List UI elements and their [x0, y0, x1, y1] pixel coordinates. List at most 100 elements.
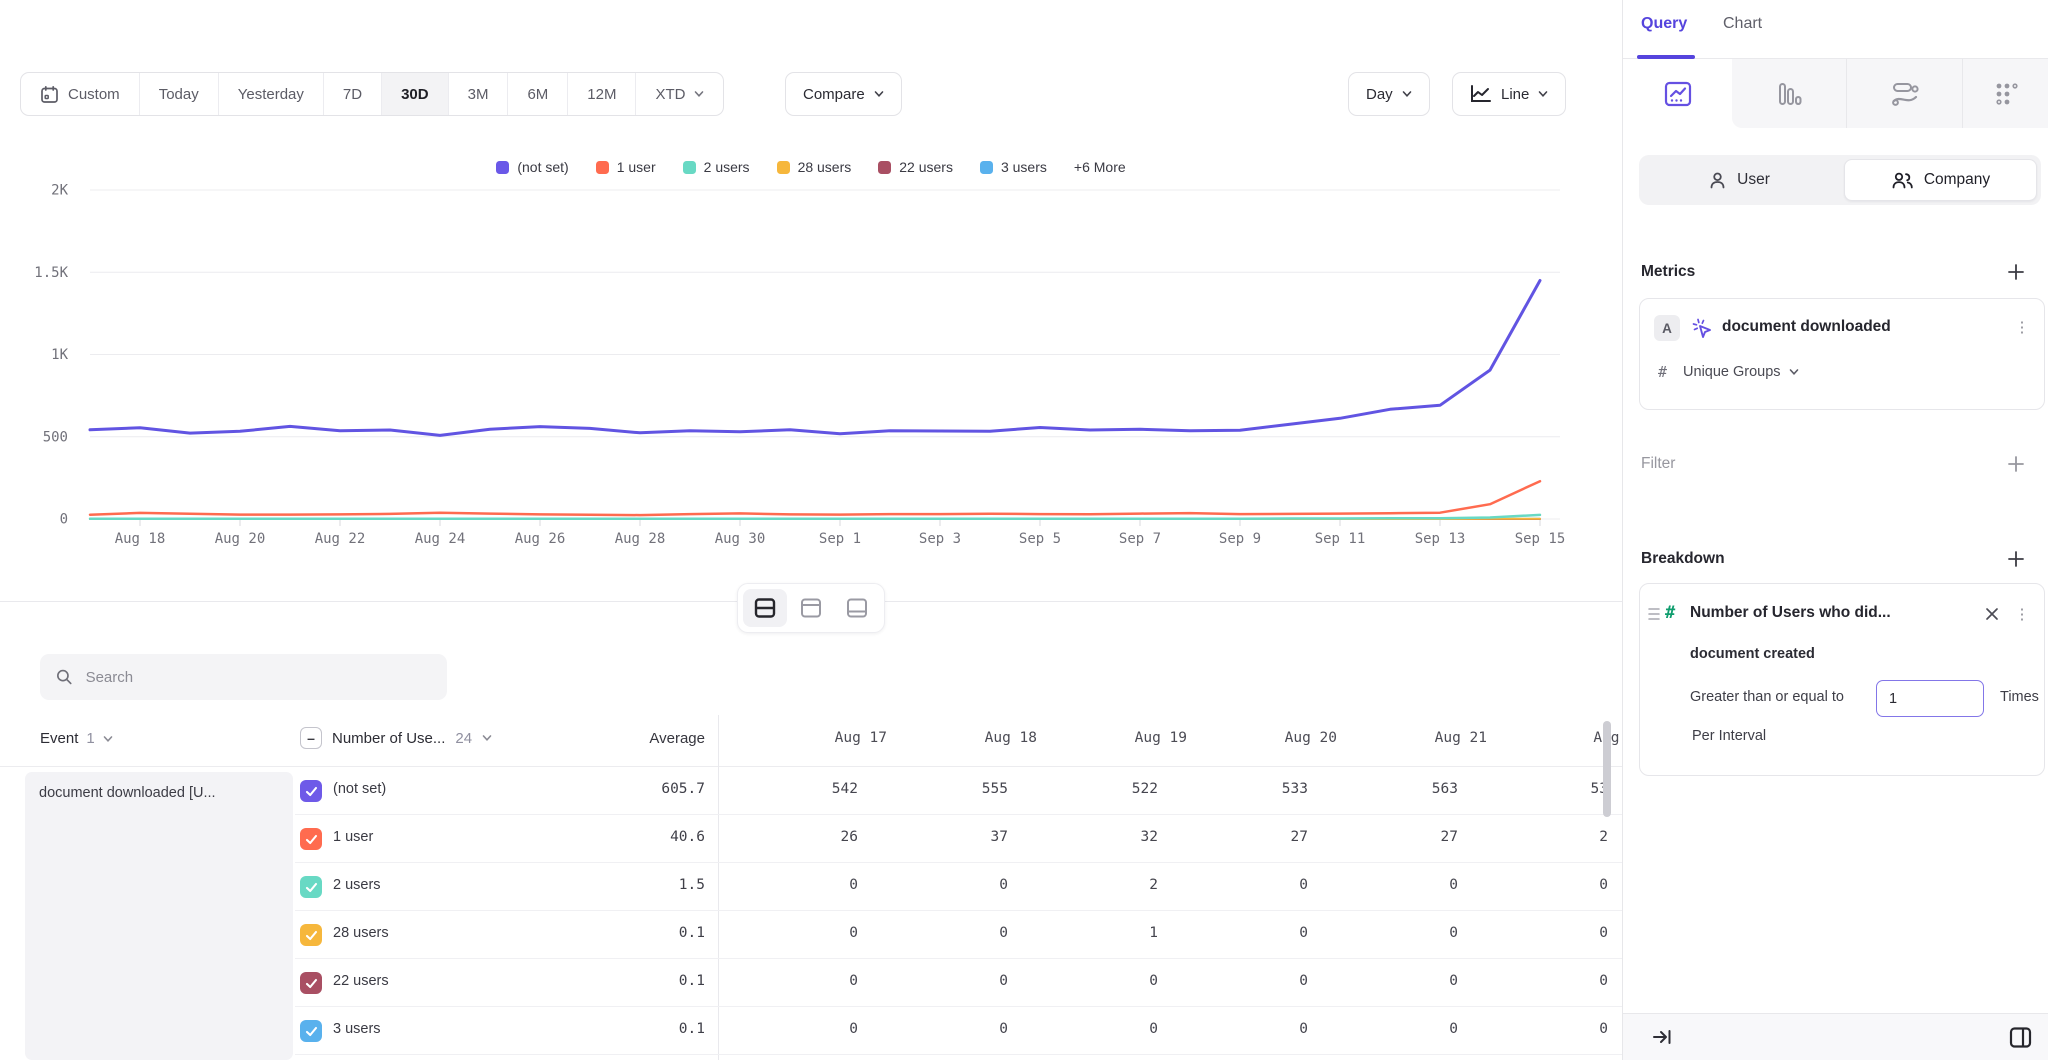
table-search[interactable]: [40, 654, 447, 700]
legend-item[interactable]: (not set): [496, 159, 568, 175]
svg-text:1.5K: 1.5K: [34, 265, 68, 281]
chevron-down-icon: [482, 733, 492, 743]
series-value: 542: [765, 781, 915, 797]
breakdown-card[interactable]: # Number of Users who did... ⋮ document …: [1639, 583, 2045, 776]
layout-chart-only-icon[interactable]: [789, 589, 833, 627]
series-label[interactable]: (not set): [333, 781, 386, 797]
breakdown-event-name[interactable]: document created: [1690, 646, 1815, 662]
breakdown-title[interactable]: Number of Users who did...: [1690, 604, 1891, 622]
collapse-panel-icon[interactable]: [1651, 1026, 1673, 1048]
entity-toggle: User Company: [1639, 155, 2041, 205]
date-column-header: Aug 21: [1365, 730, 1515, 746]
range-label: 30D: [401, 86, 429, 103]
series-average: 0.1: [555, 1021, 705, 1037]
panel-right-icon[interactable]: [2008, 1025, 2033, 1050]
legend-swatch: [683, 161, 696, 174]
event-header-label: Event: [40, 730, 78, 747]
breakdown-kebab-menu-icon[interactable]: ⋮: [2012, 602, 2032, 626]
series-value: 563: [1365, 781, 1515, 797]
legend-item[interactable]: 1 user: [596, 159, 656, 175]
range-button-30d[interactable]: 30D: [382, 73, 449, 115]
svg-text:Sep 5: Sep 5: [1019, 531, 1061, 547]
range-button-7d[interactable]: 7D: [324, 73, 382, 115]
drag-handle-icon[interactable]: [1648, 607, 1660, 621]
legend-more[interactable]: +6 More: [1074, 159, 1126, 175]
event-column-header[interactable]: Event 1: [40, 730, 113, 747]
search-input[interactable]: [86, 669, 431, 686]
close-icon[interactable]: [1982, 604, 2002, 624]
hash-icon: #: [1658, 363, 1667, 381]
chart-type-dropdown[interactable]: Line: [1452, 72, 1566, 116]
series-checkbox[interactable]: [300, 876, 322, 898]
range-label: XTD: [655, 86, 685, 103]
series-average: 40.6: [555, 829, 705, 845]
series-checkbox[interactable]: [300, 1020, 322, 1042]
table-row: 22 users0.1000000: [295, 959, 1622, 1007]
legend-label: 3 users: [1001, 159, 1047, 175]
tab-chart[interactable]: Chart: [1723, 15, 1762, 33]
series-label[interactable]: 28 users: [333, 925, 389, 941]
svg-text:500: 500: [43, 429, 68, 445]
breakdown-per-interval-label[interactable]: Per Interval: [1692, 728, 1766, 744]
add-breakdown-button[interactable]: [2004, 547, 2028, 571]
calendar-icon: [40, 85, 59, 104]
metric-card[interactable]: A document downloaded ⋮ # Unique Groups: [1639, 298, 2045, 410]
series-label[interactable]: 2 users: [333, 877, 381, 893]
toggle-company[interactable]: Company: [1844, 159, 2037, 201]
check-icon: [305, 977, 318, 990]
layout-split-view-icon[interactable]: [743, 589, 787, 627]
series-label[interactable]: 3 users: [333, 1021, 381, 1037]
legend-item[interactable]: 22 users: [878, 159, 953, 175]
range-label: 6M: [527, 86, 548, 103]
metric-kebab-menu-icon[interactable]: ⋮: [2012, 315, 2032, 339]
legend-item[interactable]: 3 users: [980, 159, 1047, 175]
date-column-header: Aug 20: [1215, 730, 1365, 746]
range-button-custom[interactable]: Custom: [21, 73, 140, 115]
event-group-cell[interactable]: document downloaded [U...: [25, 772, 293, 1060]
range-button-xtd[interactable]: XTD: [636, 73, 723, 115]
toggle-user[interactable]: User: [1639, 155, 1839, 205]
legend-item[interactable]: 2 users: [683, 159, 750, 175]
range-button-today[interactable]: Today: [140, 73, 219, 115]
series-value: 0: [1215, 1021, 1365, 1037]
series-checkbox[interactable]: [300, 780, 322, 802]
series-column-header[interactable]: – Number of Use... 24: [300, 727, 492, 749]
series-value: 0: [1065, 973, 1215, 989]
range-button-3m[interactable]: 3M: [449, 73, 509, 115]
svg-text:Sep 11: Sep 11: [1315, 531, 1366, 547]
range-button-6m[interactable]: 6M: [508, 73, 568, 115]
measure-dropdown[interactable]: Unique Groups: [1683, 364, 1799, 380]
layout-table-only-icon[interactable]: [835, 589, 879, 627]
range-button-12m[interactable]: 12M: [568, 73, 636, 115]
series-checkbox[interactable]: [300, 924, 322, 946]
series-label[interactable]: 22 users: [333, 973, 389, 989]
range-button-yesterday[interactable]: Yesterday: [219, 73, 324, 115]
tab-grid-dots-icon[interactable]: [1962, 59, 2048, 128]
compare-button[interactable]: Compare: [785, 72, 902, 116]
legend-label: 28 users: [798, 159, 852, 175]
breakdown-condition-label[interactable]: Greater than or equal to: [1690, 689, 1844, 705]
tab-line-chart-icon[interactable]: [1623, 59, 1732, 128]
series-value: 0: [765, 925, 915, 941]
svg-text:Sep 15: Sep 15: [1515, 531, 1566, 547]
legend-item[interactable]: 28 users: [777, 159, 852, 175]
table-scrollbar[interactable]: [1603, 721, 1611, 817]
interval-dropdown[interactable]: Day: [1348, 72, 1430, 116]
add-metric-button[interactable]: [2004, 260, 2028, 284]
breakdown-hash-icon: #: [1665, 603, 1675, 623]
line-chart-icon: [1470, 84, 1492, 104]
series-checkbox[interactable]: [300, 828, 322, 850]
add-filter-button[interactable]: [2004, 452, 2028, 476]
tab-journeys-icon[interactable]: [1846, 59, 1962, 128]
series-checkbox[interactable]: [300, 972, 322, 994]
tab-query[interactable]: Query: [1641, 15, 1687, 33]
select-all-checkbox[interactable]: –: [300, 727, 322, 749]
line-chart-canvas[interactable]: 05001K1.5K2KAug 18Aug 20Aug 22Aug 24Aug …: [0, 180, 1622, 560]
series-value: 27: [1365, 829, 1515, 845]
series-label[interactable]: 1 user: [333, 829, 373, 845]
metric-title[interactable]: document downloaded: [1722, 318, 1891, 336]
tab-bar-chart-icon[interactable]: [1732, 59, 1846, 128]
breakdown-value-input[interactable]: [1876, 680, 1984, 717]
line-chart: 05001K1.5K2KAug 18Aug 20Aug 22Aug 24Aug …: [0, 180, 1622, 560]
series-value: 0: [1215, 877, 1365, 893]
